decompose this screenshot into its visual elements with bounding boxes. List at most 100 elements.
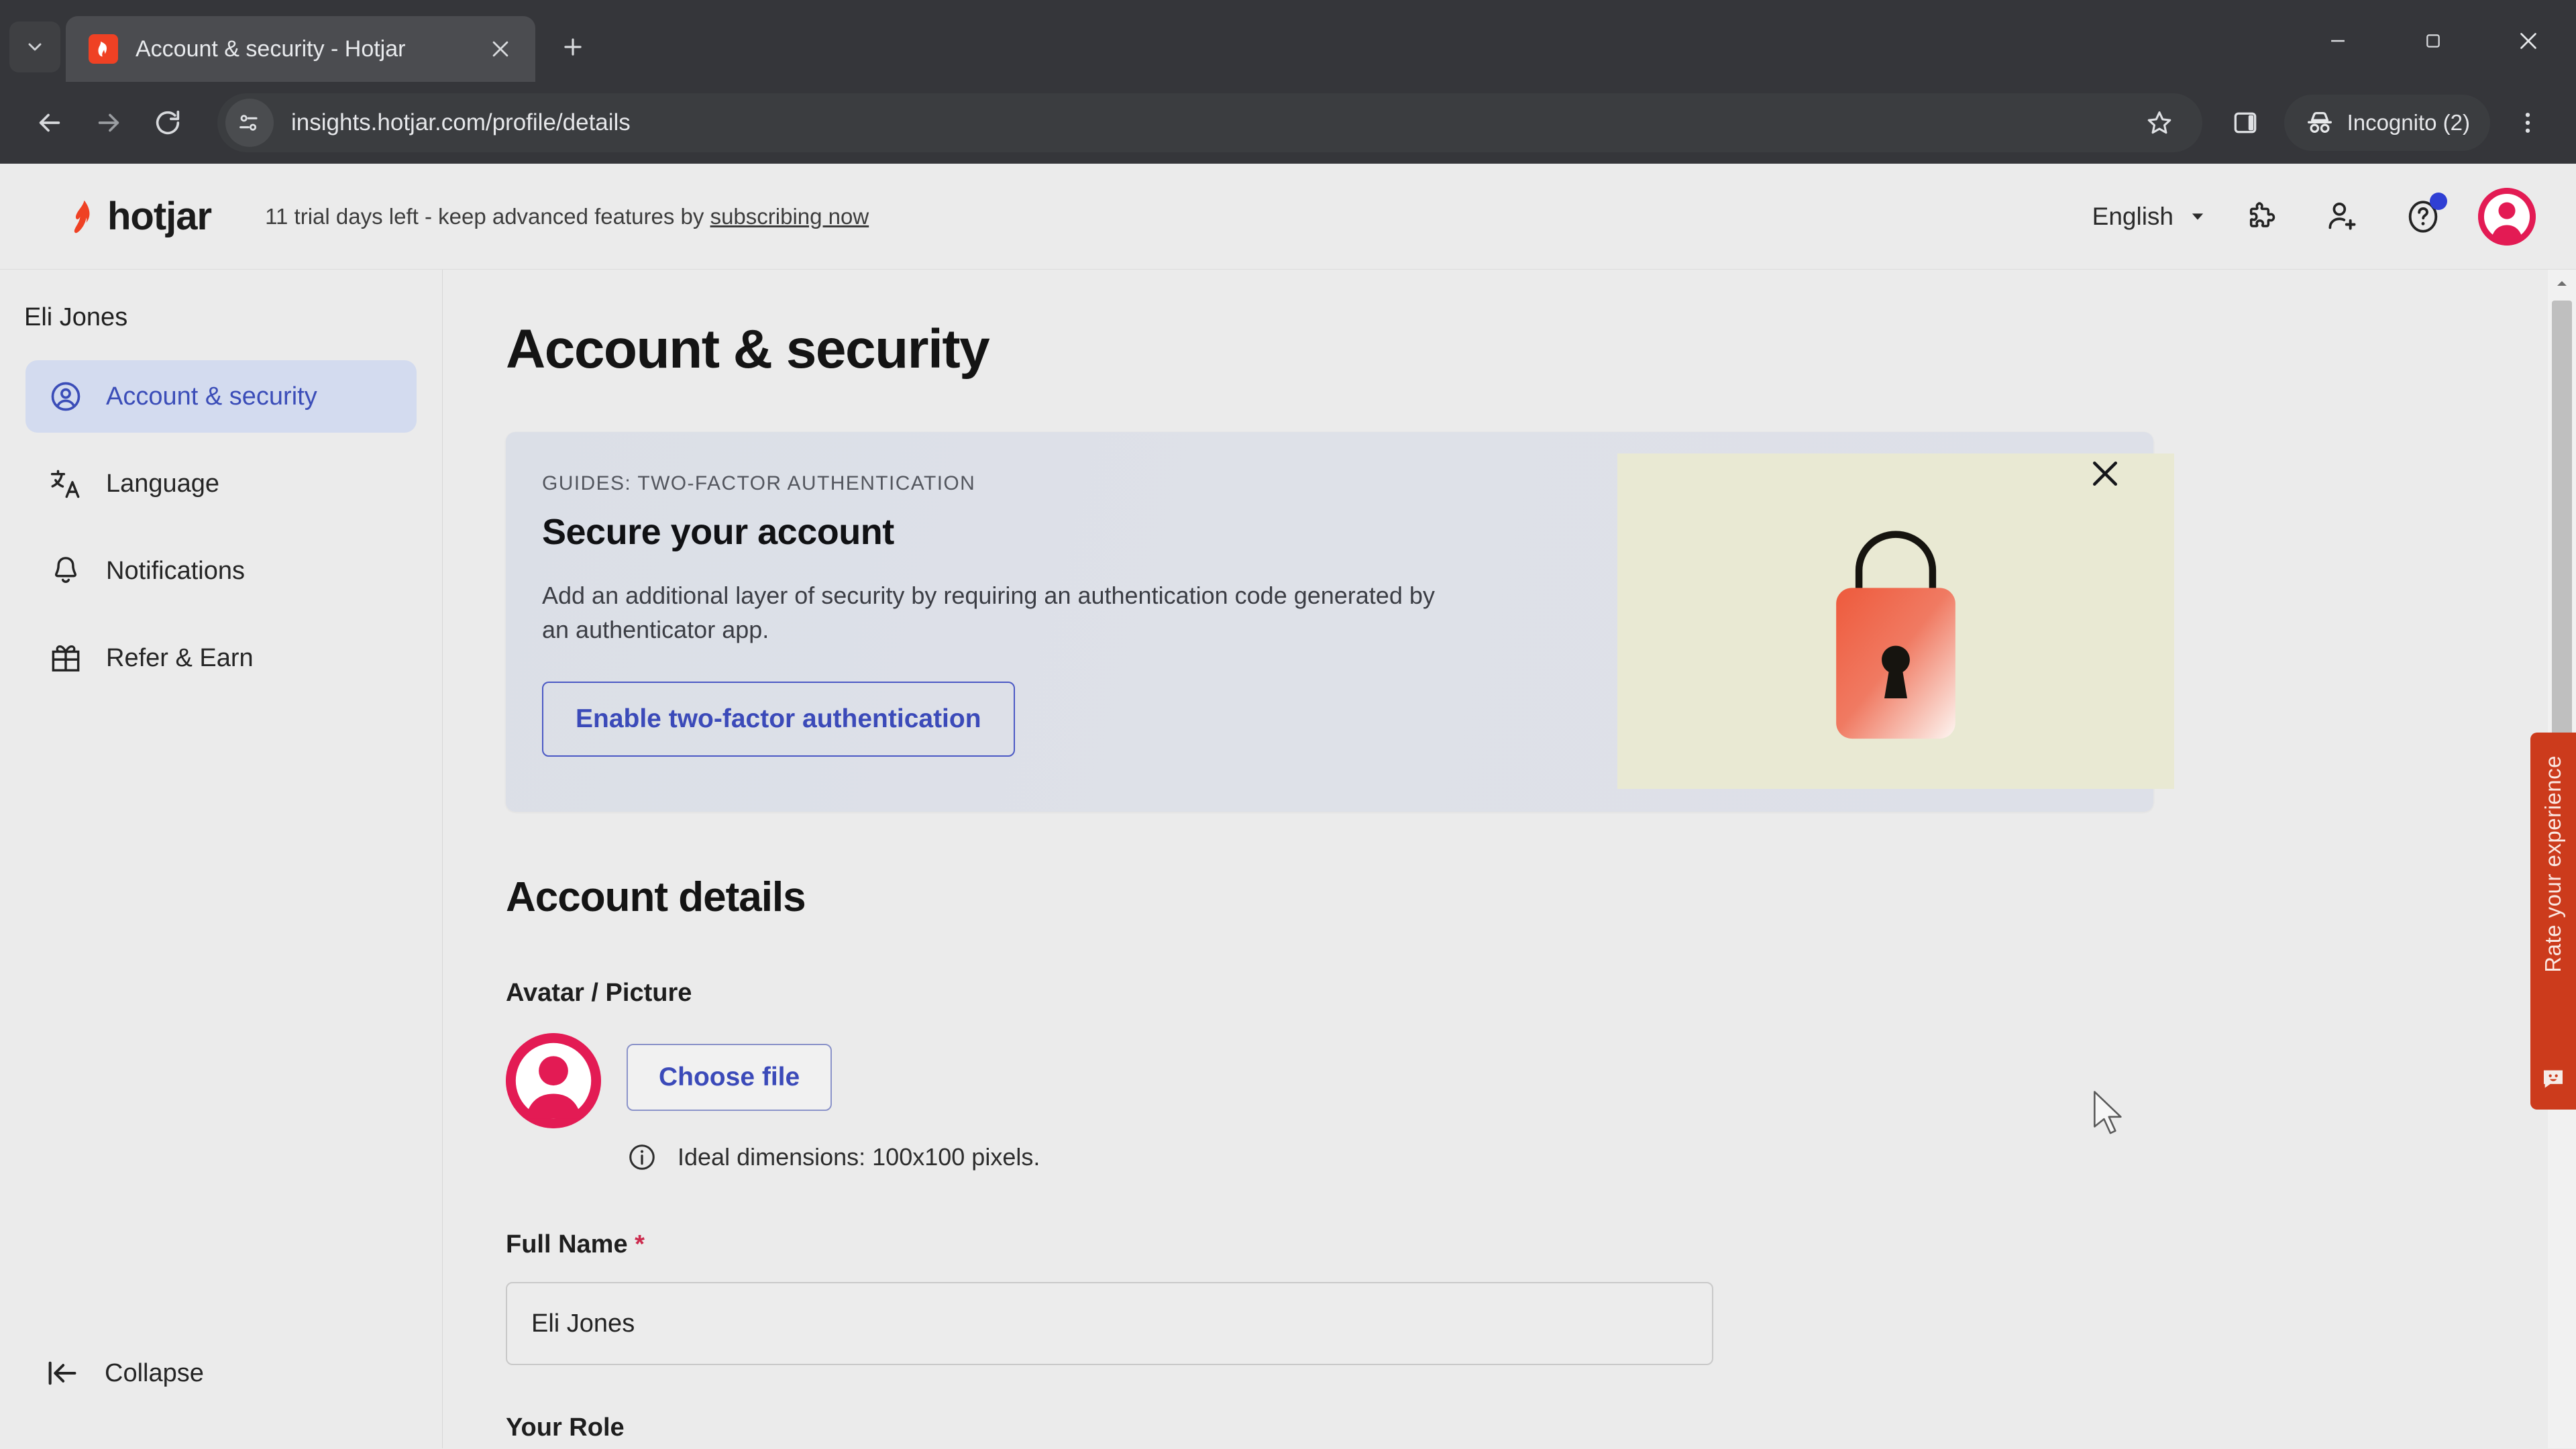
user-avatar-icon	[2478, 187, 2536, 246]
sidebar-item-refer-earn[interactable]: Refer & Earn	[25, 622, 417, 694]
two-factor-promo-card: GUIDES: TWO-FACTOR AUTHENTICATION Secure…	[506, 432, 2174, 812]
main-content: Account & security GUIDES: TWO-FACTOR AU…	[443, 270, 2576, 1448]
hotjar-flame-icon	[74, 200, 90, 233]
window-close-button[interactable]	[2481, 0, 2576, 82]
browser-menu-button[interactable]	[2500, 95, 2556, 151]
close-icon	[492, 41, 508, 57]
minimize-button[interactable]	[2290, 0, 2385, 82]
back-button[interactable]	[20, 93, 79, 152]
gift-icon	[48, 641, 83, 676]
full-name-label: Full Name *	[506, 1230, 2576, 1259]
minimize-icon	[2331, 40, 2345, 42]
promo-title: Secure your account	[542, 512, 894, 552]
collapse-sidebar-button[interactable]: Collapse	[0, 1356, 442, 1391]
url-text: insights.hotjar.com/profile/details	[291, 109, 631, 136]
sidebar-item-label: Notifications	[106, 556, 245, 585]
rate-experience-tab[interactable]: Rate your experience	[2530, 733, 2576, 1110]
sidebar: Eli Jones Account & security Language No…	[0, 270, 443, 1448]
subscribe-link[interactable]: subscribing now	[710, 204, 869, 229]
enable-two-factor-button[interactable]: Enable two-factor authentication	[542, 682, 1015, 757]
maximize-button[interactable]	[2385, 0, 2481, 82]
plus-icon	[564, 38, 582, 56]
trial-banner: 11 trial days left - keep advanced featu…	[265, 204, 869, 229]
avatar-field-label: Avatar / Picture	[506, 979, 692, 1007]
translate-icon	[48, 466, 83, 501]
info-icon	[629, 1144, 655, 1170]
account-details-heading: Account details	[506, 874, 806, 920]
promo-close-button[interactable]	[2080, 448, 2131, 499]
forward-arrow-icon	[98, 113, 119, 132]
forward-button[interactable]	[79, 93, 138, 152]
page-settings-icon	[239, 115, 258, 131]
hotjar-logo[interactable]: hotjar	[60, 194, 212, 239]
back-arrow-icon	[39, 113, 60, 132]
sidebar-item-label: Refer & Earn	[106, 643, 254, 672]
required-marker: *	[635, 1230, 645, 1258]
bell-icon	[48, 553, 83, 588]
scroll-up-button[interactable]	[2548, 270, 2576, 298]
promo-eyebrow: GUIDES: TWO-FACTOR AUTHENTICATION	[542, 472, 976, 494]
collapse-left-icon	[44, 1356, 79, 1391]
chevron-up-icon	[2557, 281, 2567, 286]
avatar[interactable]	[2478, 187, 2536, 246]
chevron-down-icon	[28, 43, 42, 51]
site-info-button[interactable]	[225, 99, 274, 147]
add-user-icon	[2328, 202, 2356, 229]
padlock-illustration	[1617, 453, 2174, 789]
sidebar-item-language[interactable]: Language	[25, 447, 417, 520]
user-circle-icon	[48, 379, 83, 414]
tab-strip: Account & security - Hotjar	[0, 0, 2576, 82]
language-selector[interactable]: English	[2092, 203, 2207, 231]
browser-tab[interactable]: Account & security - Hotjar	[66, 16, 535, 82]
your-role-label: Your Role	[506, 1413, 625, 1438]
star-icon	[2147, 111, 2171, 134]
sidebar-item-label: Account & security	[106, 382, 317, 411]
puzzle-piece-icon	[2249, 201, 2275, 227]
choose-file-button[interactable]: Choose file	[627, 1044, 833, 1111]
full-name-input[interactable]: Eli Jones	[506, 1282, 1713, 1365]
page-title: Account & security	[506, 319, 990, 380]
app-body: Eli Jones Account & security Language No…	[0, 270, 2576, 1448]
tab-close-button[interactable]	[483, 32, 518, 66]
tab-title: Account & security - Hotjar	[136, 36, 406, 62]
incognito-indicator[interactable]: Incognito (2)	[2284, 95, 2490, 151]
maximize-icon	[2426, 34, 2440, 48]
help-button[interactable]	[2398, 191, 2449, 242]
invite-user-button[interactable]	[2317, 191, 2368, 242]
avatar-field: Choose file Ideal dimensions: 100x100 pi…	[506, 1033, 2576, 1173]
rate-experience-label: Rate your experience	[2540, 755, 2565, 973]
side-panel-button[interactable]	[2217, 95, 2273, 151]
promo-text-block: GUIDES: TWO-FACTOR AUTHENTICATION Secure…	[506, 432, 1512, 812]
new-tab-button[interactable]	[550, 24, 596, 70]
browser-toolbar: insights.hotjar.com/profile/details Inco…	[0, 82, 2576, 164]
avatar-hint-text: Ideal dimensions: 100x100 pixels.	[678, 1143, 1040, 1171]
language-value: English	[2092, 202, 2174, 230]
address-bar[interactable]: insights.hotjar.com/profile/details	[217, 93, 2202, 152]
promo-description: Add an additional layer of security by r…	[542, 582, 1435, 644]
user-avatar-icon	[506, 1033, 601, 1128]
sidebar-item-notifications[interactable]: Notifications	[25, 535, 417, 607]
tab-search-button[interactable]	[9, 21, 60, 72]
sidebar-item-account-security[interactable]: Account & security	[25, 360, 417, 433]
app-header: hotjar 11 trial days left - keep advance…	[0, 164, 2576, 270]
browser-window: Account & security - Hotjar insights.hot…	[0, 0, 2576, 1449]
sidebar-user-name: Eli Jones	[24, 303, 128, 331]
bookmark-button[interactable]	[2134, 97, 2185, 148]
hotjar-wordmark: hotjar	[107, 195, 212, 238]
side-panel-icon	[2234, 112, 2256, 133]
incognito-icon	[2307, 111, 2332, 133]
avatar-preview	[506, 1033, 601, 1128]
close-icon	[2093, 462, 2117, 486]
close-icon	[2520, 33, 2536, 49]
hotjar-favicon	[89, 34, 118, 64]
padlock-icon	[1836, 531, 1955, 739]
feedback-smiley-icon	[2544, 1070, 2563, 1088]
incognito-label: Incognito (2)	[2347, 110, 2470, 135]
reload-button[interactable]	[138, 93, 197, 152]
window-controls	[2290, 0, 2576, 82]
sidebar-item-label: Language	[106, 469, 220, 498]
collapse-label: Collapse	[105, 1358, 204, 1387]
integrations-button[interactable]	[2237, 191, 2288, 242]
full-name-label-text: Full Name	[506, 1230, 628, 1258]
trial-message: 11 trial days left - keep advanced featu…	[265, 203, 710, 229]
